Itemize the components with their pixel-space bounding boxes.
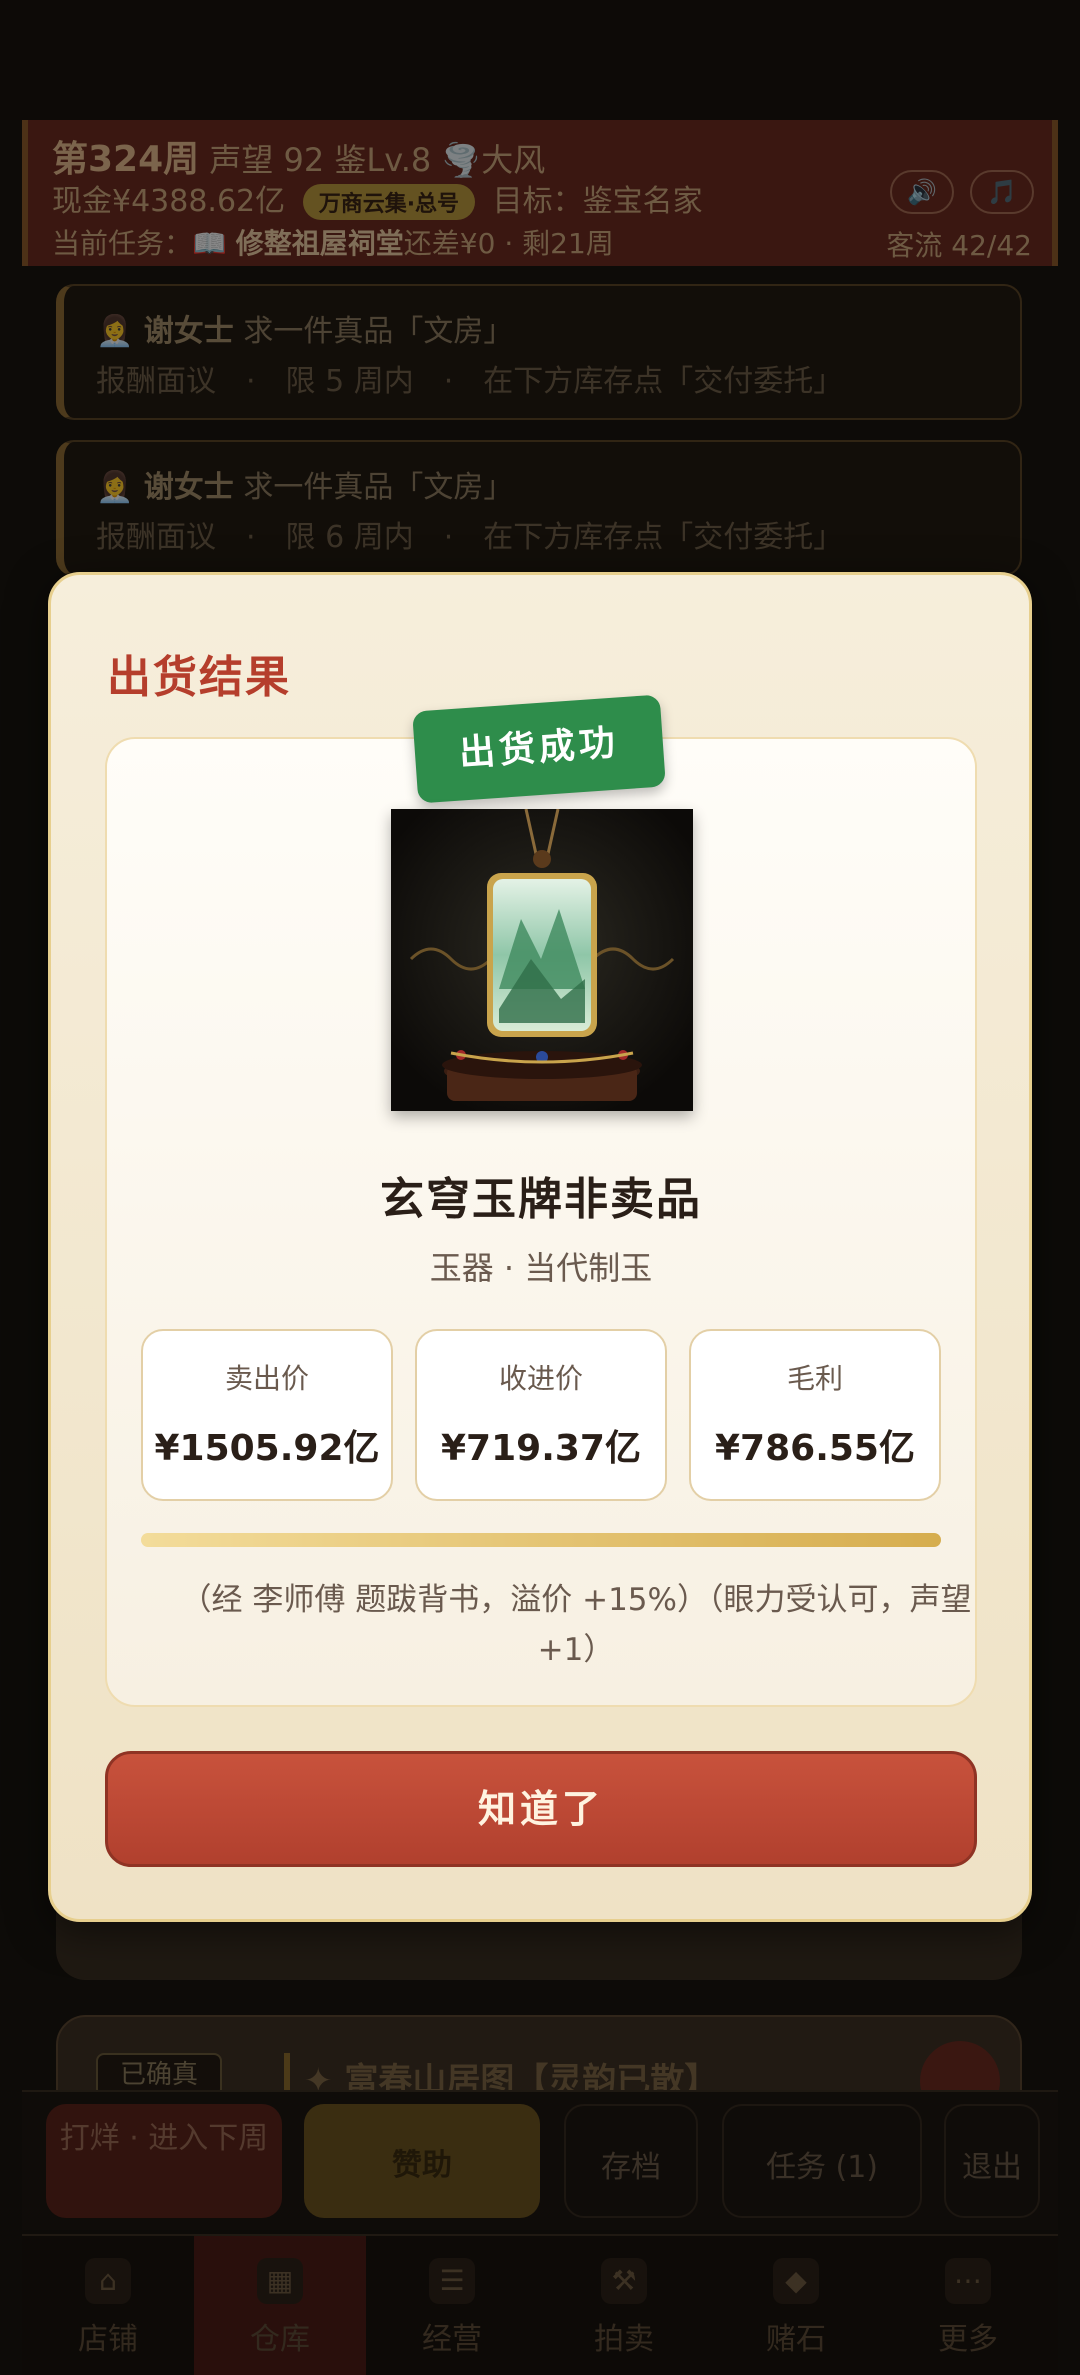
stat-value: ¥1505.92亿 [154, 1428, 380, 1469]
jade-pendant-icon [391, 809, 693, 1111]
stat-label: 卖出价 [224, 1362, 309, 1395]
shipment-result-dialog: 出货结果 出货成功 玄穹玉牌非卖品 玉器 · 当代制玉 卖出价 ¥1505.92… [48, 572, 1032, 1922]
stat-label: 收进价 [498, 1362, 583, 1395]
stat-sale-price: 卖出价 ¥1505.92亿 [141, 1329, 393, 1501]
divider-bar [141, 1533, 941, 1547]
stat-value: ¥719.37亿 [441, 1428, 641, 1469]
item-name: 玄穹玉牌非卖品 [380, 1174, 702, 1225]
bonus-note: （经 李师傅 题跋背书，溢价 +15%）（眼力受认可，声望 +1） [180, 1582, 972, 1668]
item-category: 玉器 · 当代制玉 [429, 1249, 653, 1287]
confirm-button[interactable]: 知道了 [105, 1751, 977, 1867]
stat-cost-price: 收进价 ¥719.37亿 [415, 1329, 667, 1501]
stat-gross-profit: 毛利 ¥786.55亿 [689, 1329, 941, 1501]
success-stamp: 出货成功 [412, 694, 666, 804]
dialog-title: 出货结果 [107, 652, 291, 703]
jade-pendant-image [391, 809, 693, 1111]
stat-value: ¥786.55亿 [715, 1428, 915, 1469]
stat-label: 毛利 [786, 1362, 843, 1395]
